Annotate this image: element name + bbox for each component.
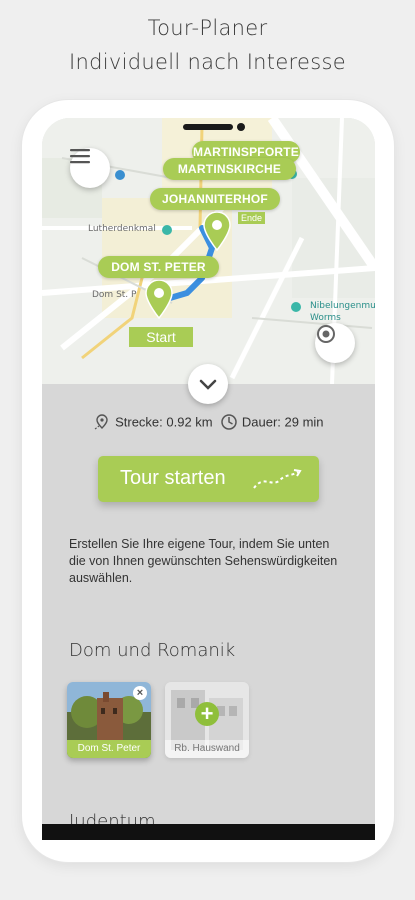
add-icon[interactable]: + (195, 702, 219, 726)
route-stats: Strecke: 0.92 km Dauer: 29 min (42, 413, 375, 431)
map-label-dom-street: Dom St. P (92, 290, 137, 300)
clock-icon (221, 414, 237, 430)
marker-ende-label: Ende (238, 212, 266, 224)
dotted-path-arrow-icon (253, 469, 302, 489)
marker-dom-st-peter[interactable]: DOM ST. PETER (98, 256, 219, 278)
poi-card-label: Rb. Hauswand (165, 740, 249, 758)
marker-start: Start (129, 327, 193, 347)
bottom-bar (42, 824, 375, 840)
poi-card-dom-st-peter[interactable]: × Dom St. Peter (67, 682, 151, 758)
route-pin-icon (95, 414, 109, 430)
map-label-nibelungen: Nibelungenmu (310, 301, 375, 311)
map-pin-icon[interactable] (202, 212, 232, 252)
marker-martinskirche[interactable]: MARTINSKIRCHE (163, 158, 296, 180)
chevron-down-icon (199, 379, 217, 390)
phone-speaker (183, 124, 233, 130)
poi-card-label: Dom St. Peter (67, 740, 151, 758)
menu-button[interactable] (70, 148, 110, 188)
map-label-worms: Worms (310, 313, 341, 323)
start-tour-button[interactable]: Tour starten (98, 456, 319, 502)
remove-icon[interactable]: × (133, 686, 147, 700)
start-tour-label: Tour starten (120, 467, 226, 489)
map-label-lutherdenkmal: Lutherdenkmal (88, 224, 156, 234)
description-text: Erstellen Sie Ihre eigene Tour, indem Si… (69, 537, 338, 585)
poi-card-hauswand[interactable]: + Rb. Hauswand (165, 682, 249, 758)
map-pin-icon[interactable] (144, 280, 174, 320)
headline-title: Tour-Planer (147, 16, 268, 40)
collapse-map-button[interactable] (188, 364, 228, 404)
duration-text: Dauer: 29 min (241, 414, 324, 430)
app-screen: Lutherdenkmal Dom St. P Nibelungenmu Wor… (42, 118, 375, 840)
marker-johanniterhof[interactable]: JOHANNITERHOF (150, 188, 280, 210)
headline-subtitle: Individuell nach Interesse (69, 50, 346, 74)
section-title-dom-romanik: Dom und Romanik (69, 640, 236, 661)
locate-button[interactable] (315, 323, 355, 363)
phone-camera (237, 123, 245, 131)
map-view[interactable]: Lutherdenkmal Dom St. P Nibelungenmu Wor… (42, 118, 375, 384)
distance-text: Strecke: 0.92 km (115, 414, 213, 430)
hamburger-icon (70, 149, 90, 164)
target-icon (317, 325, 335, 343)
